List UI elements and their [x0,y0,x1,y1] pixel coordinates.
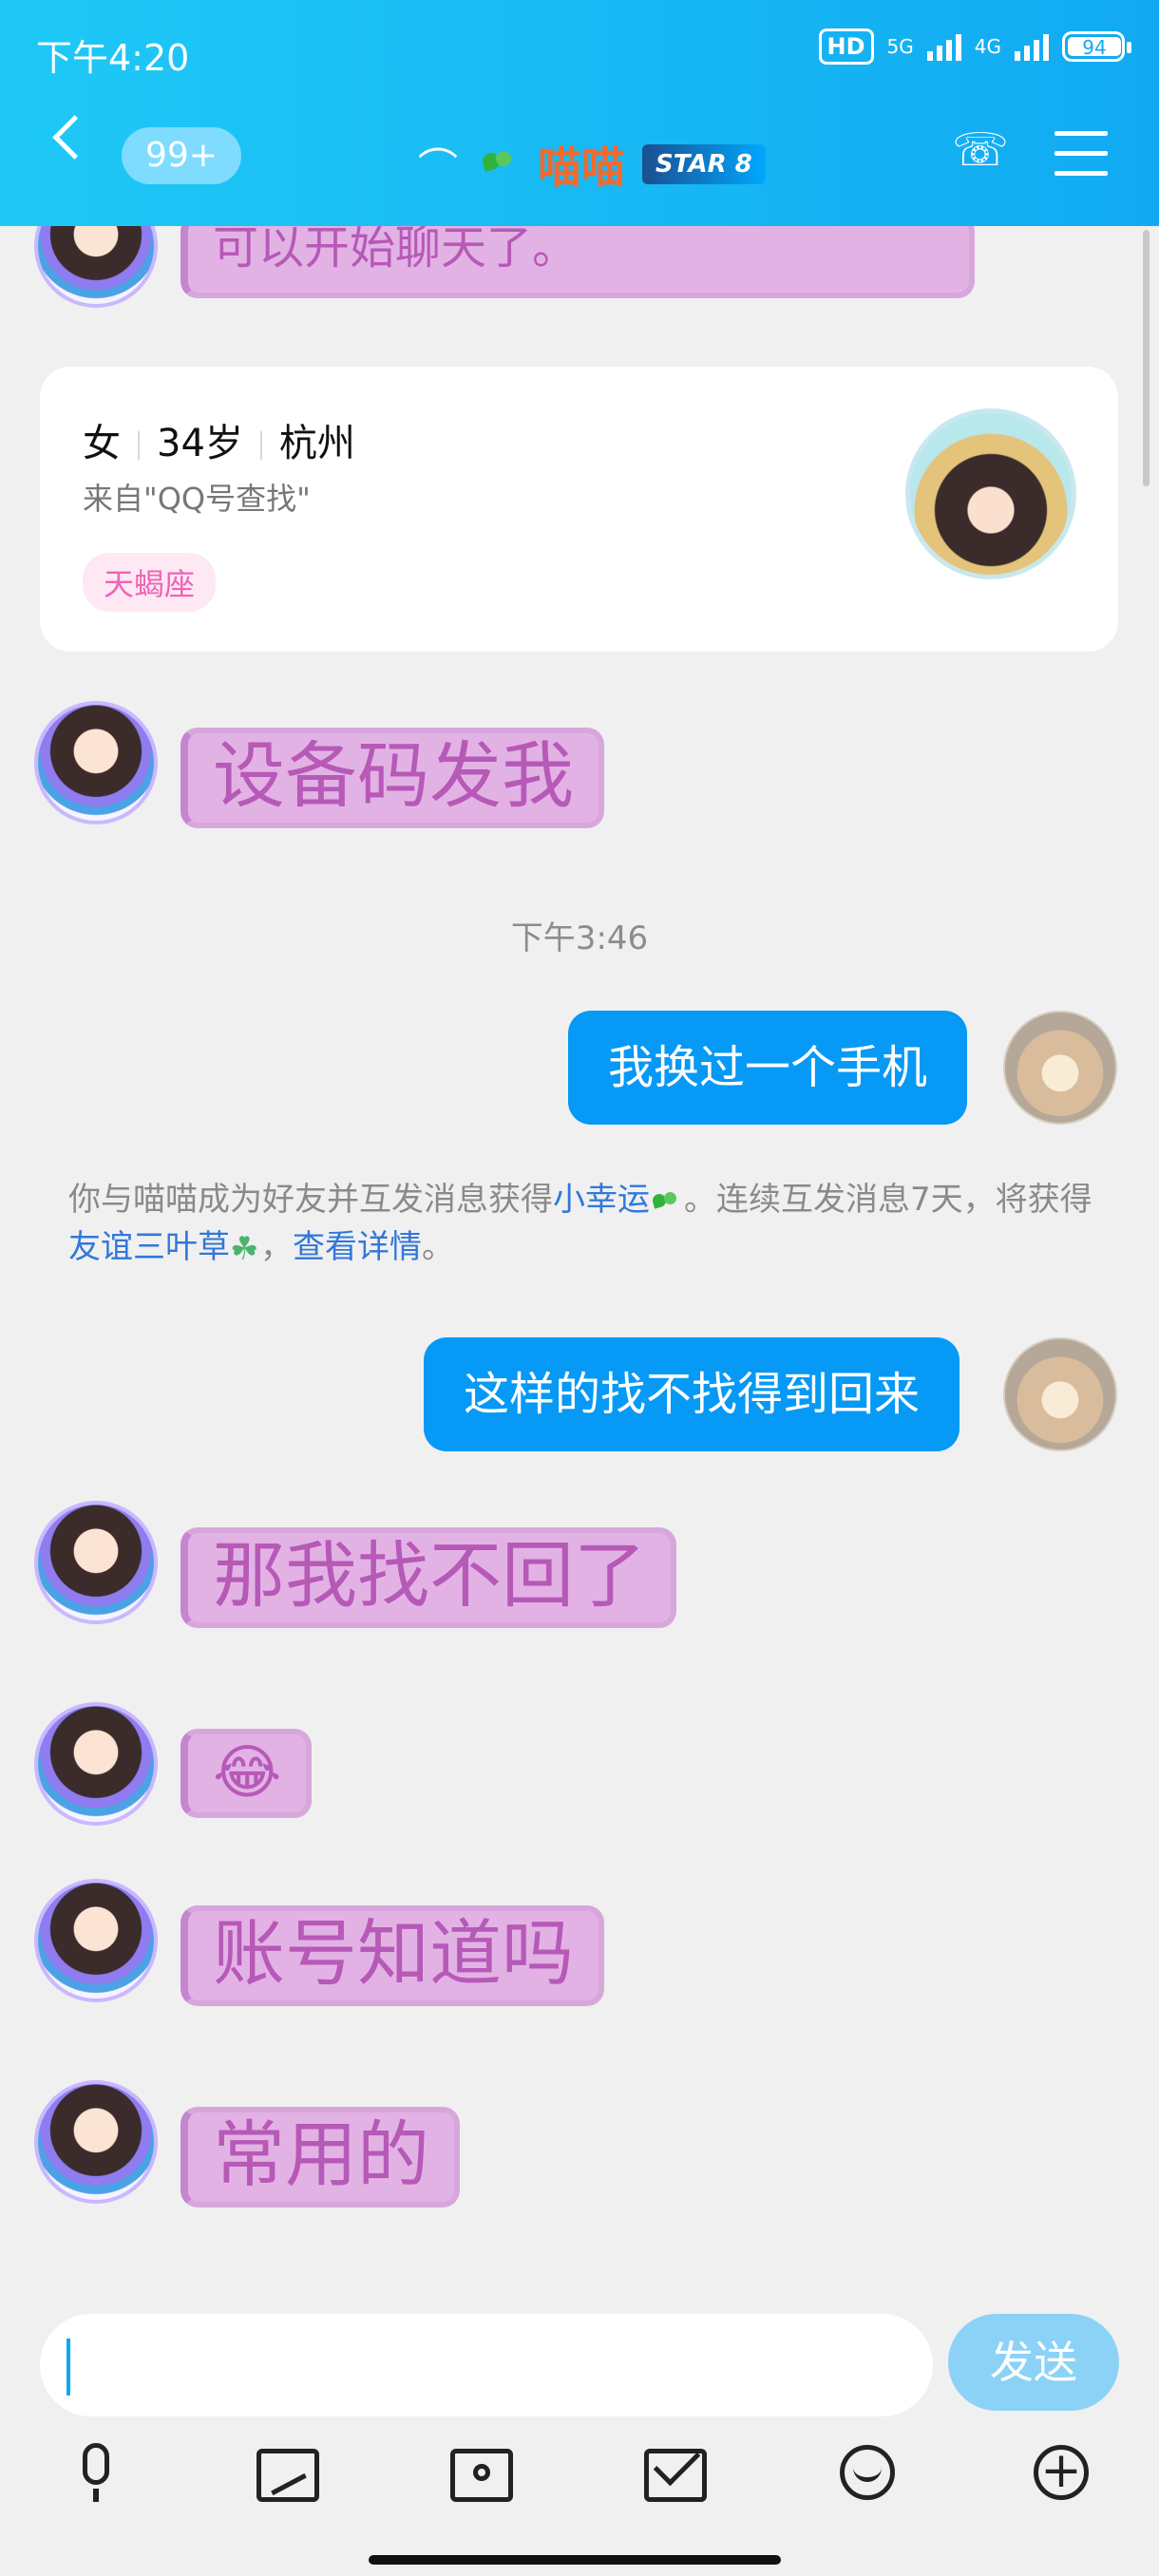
microphone-icon[interactable] [53,2430,139,2515]
message-bubble: 😂 [180,1729,313,1818]
avatar[interactable] [34,1501,158,1624]
message-bubble: 常用的 [180,2107,460,2207]
profile-card[interactable]: 女 34岁 杭州 来自"QQ号查找" 天蝎座 [40,367,1118,652]
details-link[interactable]: 查看详情 [293,1228,422,1266]
profile-source: 来自"QQ号查找" [83,481,311,517]
star-badge: STAR 8 [642,144,766,184]
network-icon: 5G [886,35,914,58]
send-button[interactable]: 发送 [948,2314,1119,2411]
message-bubble: 我换过一个手机 [568,1011,968,1125]
message-bubble: 这样的找不找得到回来 [424,1337,960,1451]
network-icon: 4G [974,35,1001,58]
status-icons: HD 5G 4G 94 [818,28,1131,65]
avatar[interactable] [34,1702,158,1826]
profile-avatar [905,408,1076,579]
avatar[interactable] [34,1879,158,2002]
unread-badge[interactable]: 99+ [122,127,241,184]
system-message: 你与喵喵成为好友并互发消息获得小幸运。连续互发消息7天，将获得友谊三叶草，查看详… [68,1176,1094,1273]
signal-icon [926,32,961,61]
message-bubble: 设备码发我 [180,728,604,828]
timestamp: 下午3:46 [510,919,649,957]
image-icon[interactable] [245,2430,331,2515]
hd-icon: HD [818,28,874,65]
plus-icon[interactable] [1018,2428,1104,2515]
signal-icon [1015,32,1049,61]
clover-link[interactable]: 友谊三叶草 [68,1228,230,1266]
zodiac-tag: 天蝎座 [83,553,217,612]
back-icon[interactable] [52,115,97,160]
message-bubble: 可以开始聊天了。 [180,226,975,298]
chat-title[interactable]: ⌒ 喵喵 STAR 8 [418,133,766,196]
top-bar: 下午4:20 HD 5G 4G 94 99+ ⌒ 喵喵 STAR 8 ☏ [0,0,1159,226]
sprout-icon [650,1188,684,1215]
battery-icon: 94 [1062,31,1131,62]
ear-icon: ⌒ [418,143,459,191]
avatar[interactable] [1003,1337,1117,1451]
chat-area[interactable]: 可以开始聊天了。 女 34岁 杭州 来自"QQ号查找" 天蝎座 设备码发我 下午3:… [0,226,1159,2287]
profile-basic: 女 34岁 杭州 [83,422,355,465]
avatar[interactable] [34,701,158,824]
avatar[interactable] [34,2080,158,2204]
status-time: 下午4:20 [36,37,190,79]
clover-icon [230,1225,260,1273]
emoji-icon[interactable] [825,2430,910,2515]
text-cursor [66,2339,70,2396]
home-indicator[interactable] [369,2555,781,2565]
avatar[interactable] [1003,1011,1117,1125]
scrollbar[interactable] [1143,230,1150,486]
message-bubble: 那我找不回了 [180,1527,676,1628]
message-input[interactable] [40,2314,933,2416]
camera-icon[interactable] [439,2430,524,2515]
composer-bar: 发送 [0,2287,1159,2576]
message-bubble: 账号知道吗 [180,1905,604,2006]
avatar[interactable] [34,226,158,308]
lucky-link[interactable]: 小幸运 [553,1181,650,1219]
file-icon[interactable] [633,2430,718,2515]
contact-name: 喵喵 [538,142,626,193]
phone-icon[interactable]: ☏ [952,123,1009,177]
sprout-icon [475,145,521,183]
menu-icon[interactable] [1054,131,1108,191]
battery-level: 94 [1068,37,1121,58]
